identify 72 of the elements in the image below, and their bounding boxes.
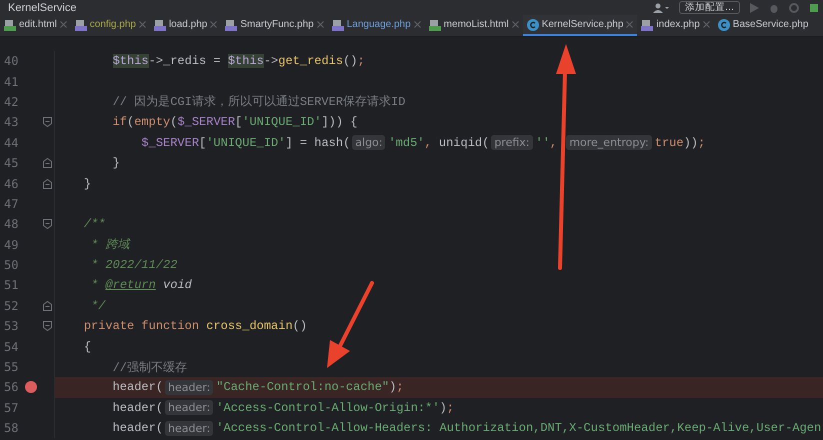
class-icon <box>718 18 730 30</box>
line-number: 46 <box>3 176 20 191</box>
close-icon[interactable] <box>60 21 67 28</box>
user-icon[interactable] <box>652 2 669 12</box>
php-file-icon <box>225 18 238 30</box>
code-line: if(empty($_SERVER['UNIQUE_ID'])) { <box>54 112 823 133</box>
line-number: 51 <box>3 278 20 292</box>
code-line: * @return void <box>54 275 823 296</box>
line-number: 54 <box>3 340 20 354</box>
editor-tab[interactable]: SmartyFunc.php <box>221 15 328 36</box>
php-file-icon <box>74 18 87 30</box>
line-number: 45 <box>3 156 20 170</box>
breakpoint-icon[interactable] <box>25 381 37 394</box>
code-line: */ <box>54 296 823 316</box>
line-number: 50 <box>3 258 20 272</box>
line-number: 58 <box>3 421 20 436</box>
code-line: $_SERVER['UNIQUE_ID'] = hash( algo: 'md5', uniqid( prefix: '', more_entropy: true)); <box>54 132 823 153</box>
fold-marker-icon[interactable] <box>42 178 52 189</box>
close-icon[interactable] <box>414 21 421 28</box>
close-icon[interactable] <box>316 21 324 28</box>
line-number: 48 <box>3 217 20 232</box>
editor-tab[interactable]: index.php <box>637 15 714 36</box>
fold-marker-icon[interactable] <box>42 300 52 311</box>
coverage-icon[interactable] <box>789 2 799 12</box>
php-file-icon <box>641 18 654 30</box>
code-line: // 因为是CGI请求，所以可以通过SERVER保存请求ID <box>54 92 823 112</box>
code-line: /** <box>54 214 823 235</box>
editor-tab[interactable]: config.php <box>70 15 150 36</box>
close-icon[interactable] <box>138 21 146 28</box>
fold-marker-icon[interactable] <box>42 321 52 332</box>
run-icon[interactable] <box>750 2 759 12</box>
editor-tab[interactable]: BaseService.php <box>714 15 812 36</box>
code-line: } <box>54 173 823 194</box>
class-icon <box>526 18 539 30</box>
line-number: 49 <box>3 238 20 252</box>
editor-tab[interactable]: edit.html <box>0 15 71 36</box>
line-number: 56 <box>3 380 20 394</box>
line-number: 53 <box>3 319 20 334</box>
line-number: 41 <box>3 74 20 89</box>
fold-marker-icon[interactable] <box>42 219 52 230</box>
close-icon[interactable] <box>626 21 634 28</box>
code-line: header( header: 'Access-Control-Allow-Headers: Authorization,DNT,X-CustomHeader,Keep-Alive,User-Agen <box>54 418 823 438</box>
fold-marker-icon[interactable] <box>42 117 52 128</box>
line-number: 52 <box>3 298 20 313</box>
line-number: 40 <box>3 54 20 68</box>
code-line: * 2022/11/22 <box>54 254 823 276</box>
code-line: } <box>54 152 823 174</box>
close-icon[interactable] <box>702 21 710 28</box>
window-title: KernelService <box>8 2 76 14</box>
php-file-icon <box>154 18 166 30</box>
html-file-icon <box>4 18 16 30</box>
fold-marker-icon[interactable] <box>42 158 52 168</box>
add-configuration-button[interactable]: 添加配置... <box>678 1 740 14</box>
line-number: 57 <box>3 400 20 415</box>
line-number: 42 <box>3 94 20 109</box>
editor-tab[interactable]: memoList.html <box>424 15 523 36</box>
profiler-icon[interactable] <box>809 2 819 12</box>
line-number: 55 <box>3 360 20 374</box>
editor-tab[interactable]: load.php <box>150 15 222 36</box>
code-line: private function cross_domain() <box>54 316 823 336</box>
line-number: 47 <box>3 196 20 211</box>
close-icon[interactable] <box>512 21 519 28</box>
editor-tab[interactable]: KernelService.php <box>522 15 638 36</box>
line-number: 44 <box>3 136 20 150</box>
editor-tab[interactable]: Language.php <box>328 15 425 36</box>
php-file-icon <box>332 18 344 30</box>
code-line: header( header: 'Access-Control-Allow-Origin:*'); <box>54 398 823 418</box>
debug-icon[interactable] <box>769 2 779 12</box>
close-icon[interactable] <box>210 21 218 28</box>
html-file-icon <box>428 18 441 30</box>
line-number: 43 <box>3 115 20 130</box>
code-line: * 跨域 <box>54 234 823 255</box>
